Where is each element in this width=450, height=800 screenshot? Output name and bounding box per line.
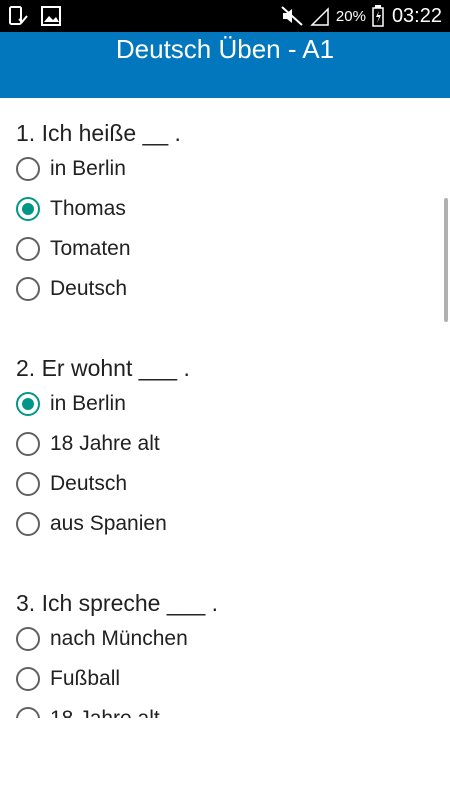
radio-button[interactable] [16,472,40,496]
question-2: 2. Er wohnt ___ . [16,353,426,383]
phone-download-icon [8,5,28,27]
option-fussball[interactable]: Fußball [16,659,120,699]
option-thomas[interactable]: Thomas [16,189,126,229]
battery-percent: 20% [335,7,366,25]
option-tomaten[interactable]: Tomaten [16,229,131,269]
scrollbar[interactable] [444,198,448,322]
option-label: aus Spanien [50,512,167,535]
radio-button[interactable] [16,277,40,301]
option-18-jahre-alt[interactable]: 18 Jahre alt [16,424,160,464]
app-bar: Deutsch Üben - A1 [0,32,450,98]
signal-icon [310,5,330,27]
option-label: Thomas [50,197,126,220]
option-nach-munchen[interactable]: nach München [16,619,188,659]
option-label: nach München [50,627,188,650]
option-deutsch[interactable]: Deutsch [16,464,127,504]
radio-button-selected[interactable] [16,197,40,221]
option-label: 18 Jahre alt [50,432,160,455]
radio-button[interactable] [16,667,40,691]
option-label: Deutsch [50,277,128,300]
radio-button[interactable] [16,157,40,181]
radio-button[interactable] [16,512,40,536]
option-label: 18 Jahre alt [50,707,160,718]
option-label: in Berlin [50,392,126,415]
question-text: 3. Ich spreche ___ . [16,590,219,616]
radio-button-selected[interactable] [16,392,40,416]
option-deutsch[interactable]: Deutsch [16,269,127,309]
option-aus-spanien[interactable]: aus Spanien [16,504,167,544]
clock: 03:22 [391,4,442,27]
app-title: Deutsch Üben - A1 [115,34,335,64]
mute-icon [280,5,304,27]
question-3: 3. Ich spreche ___ . [16,588,426,618]
radio-button[interactable] [16,707,40,718]
option-label: Deutsch [50,472,128,495]
radio-button[interactable] [16,627,40,651]
status-bar: 20% 03:22 [0,0,450,32]
option-18-jahre-alt[interactable]: 18 Jahre alt [16,699,160,718]
option-label: in Berlin [50,157,126,180]
option-label: Fußball [50,667,121,690]
question-1: 1. Ich heiße __ . [16,118,426,148]
radio-button[interactable] [16,432,40,456]
quiz-content[interactable]: 1. Ich heiße __ . in Berlin Thomas Tomat… [0,98,450,718]
question-text: 1. Ich heiße __ . [16,120,181,146]
question-text: 2. Er wohnt ___ . [16,355,190,381]
battery-icon [372,5,384,27]
option-in-berlin[interactable]: in Berlin [16,384,126,424]
radio-button[interactable] [16,237,40,261]
image-icon [40,5,62,27]
option-label: Tomaten [50,237,131,260]
option-in-berlin[interactable]: in Berlin [16,149,126,189]
